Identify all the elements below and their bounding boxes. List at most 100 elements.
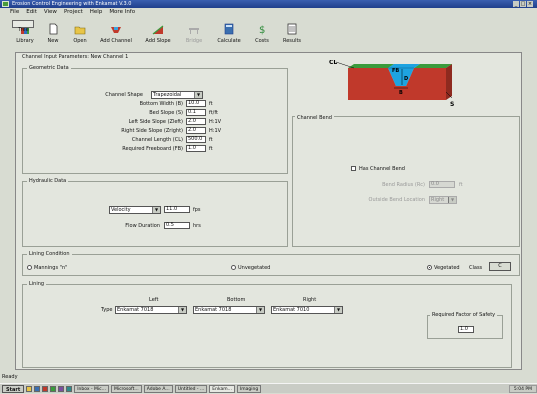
tray-clock: 5:04 PM: [513, 386, 532, 392]
title-bar: Erosion Control Engineering with Enkamat…: [0, 0, 537, 8]
class-label: Class: [469, 265, 483, 271]
start-button[interactable]: Start: [2, 384, 25, 393]
quick-launch-icon[interactable]: [50, 385, 57, 392]
class-button[interactable]: C: [489, 262, 511, 271]
channel-shape-select[interactable]: Trapezoidal ▼: [151, 91, 203, 99]
toolbar-bridge-button[interactable]: Bridge: [180, 20, 208, 50]
toolbar-results-label: Results: [282, 38, 302, 44]
chevron-down-icon: ▼: [256, 307, 264, 313]
chevron-down-icon: ▼: [194, 92, 202, 98]
lining-type-bottom-value: Enkamat 7018: [195, 307, 232, 313]
toolbar-library-label: Library: [16, 38, 34, 44]
taskbar-task-active[interactable]: Enkam...: [209, 384, 235, 393]
toolbar-tree-button[interactable]: Tree: [12, 20, 34, 33]
hydraulic-data-group: Hydraulic Data Velocity ▼ 11.0 fps Flow …: [22, 178, 288, 247]
toolbar-costs-button[interactable]: $ Costs: [250, 20, 274, 50]
quick-launch-icon[interactable]: [34, 385, 41, 392]
lining-condition-unvegetated-radio[interactable]: [231, 265, 236, 270]
menu-edit[interactable]: Edit: [26, 8, 37, 17]
menu-bar: File Edit View Project Help More Info: [0, 8, 537, 17]
lining-condition-mannings-label: Mannings "n": [34, 265, 68, 271]
required-freeboard-unit: ft: [209, 146, 213, 152]
quick-launch-icon[interactable]: [58, 385, 65, 392]
lining-type-right-value: Enkamat 7010: [273, 307, 310, 313]
new-file-icon: [49, 23, 58, 35]
menu-view[interactable]: View: [44, 8, 57, 17]
hydraulic-mode-input[interactable]: 11.0: [164, 206, 190, 213]
safety-factor-field[interactable]: 1.0: [458, 326, 474, 333]
toolbar: Tree Library New Open Add Channel Add Sl…: [12, 20, 512, 50]
lining-condition-group: Lining Condition Mannings "n" Unvegetate…: [22, 251, 520, 276]
has-channel-bend-checkbox[interactable]: [351, 166, 356, 171]
lining-type-bottom-select[interactable]: Enkamat 7018 ▼: [193, 306, 265, 314]
diagram-label-d: D: [404, 76, 408, 82]
toolbar-calculate-button[interactable]: Calculate: [212, 20, 246, 50]
menu-help[interactable]: Help: [90, 8, 103, 17]
taskbar-task[interactable]: Untitled - ...: [174, 384, 208, 393]
bottom-width-field[interactable]: 10.0: [186, 100, 206, 107]
bed-slope-field[interactable]: 0.1: [186, 109, 206, 116]
svg-text:$: $: [259, 25, 265, 35]
lining-condition-vegetated-radio[interactable]: [427, 265, 432, 270]
required-freeboard-field[interactable]: 1.0: [186, 145, 206, 152]
channel-length-field[interactable]: 500.0: [186, 136, 206, 143]
taskbar-task[interactable]: Microsoft...: [110, 384, 142, 393]
toolbar-tree-label: Tree: [18, 27, 29, 33]
toolbar-open-button[interactable]: Open: [68, 20, 92, 50]
window-title: Erosion Control Engineering with Enkamat…: [12, 1, 132, 7]
quick-launch-icon[interactable]: [66, 385, 73, 392]
status-bar: Ready: [0, 373, 537, 381]
outside-bend-location-select[interactable]: Right ▼: [429, 196, 457, 204]
menu-project[interactable]: Project: [64, 8, 83, 17]
left-side-slope-label: Left Side Slope (Zleft): [128, 119, 183, 125]
taskbar-task[interactable]: Adobe A...: [143, 384, 173, 393]
menu-file[interactable]: File: [10, 8, 19, 17]
channel-shape-value: Trapezoidal: [153, 92, 182, 98]
window-controls: _ □ ×: [513, 1, 533, 7]
hydraulic-mode-select[interactable]: Velocity ▼: [109, 206, 161, 214]
calculate-icon: [224, 23, 234, 35]
hydraulic-data-title: Hydraulic Data: [27, 178, 69, 184]
has-channel-bend-label: Has Channel Bend: [359, 166, 405, 172]
toolbar-bridge-label: Bridge: [185, 38, 203, 44]
toolbar-new-button[interactable]: New: [42, 20, 64, 50]
taskbar-task[interactable]: Inbox - Mic...: [74, 384, 109, 393]
toolbar-add-channel-label: Add Channel: [100, 38, 132, 44]
bend-radius-field[interactable]: 0.0: [429, 181, 455, 188]
lining-type-right-select[interactable]: Enkamat 7010 ▼: [271, 306, 343, 314]
lining-condition-title: Lining Condition: [27, 251, 72, 257]
lining-condition-mannings-radio[interactable]: [27, 265, 32, 270]
bridge-icon: [189, 28, 199, 34]
chevron-down-icon: ▼: [334, 307, 342, 313]
toolbar-add-channel-button[interactable]: Add Channel: [96, 20, 136, 50]
right-side-slope-unit: H:1V: [209, 128, 222, 134]
taskbar: Start Inbox - Mic... Microsoft... Adobe …: [0, 383, 537, 393]
add-slope-icon: [152, 25, 164, 35]
quick-launch-icon[interactable]: [42, 385, 49, 392]
maximize-button[interactable]: □: [520, 1, 526, 7]
outside-bend-location-label: Outside Bend Location: [368, 197, 425, 203]
diagram-label-s: S: [450, 101, 454, 108]
safety-factor-title: Required Factor of Safety: [430, 312, 498, 318]
lining-group: Lining Left Bottom Right Type Enkamat 70…: [22, 281, 512, 368]
bed-slope-unit: ft/ft: [209, 110, 218, 116]
toolbar-results-button[interactable]: Results: [278, 20, 306, 50]
channel-bend-group: Channel Bend Has Channel Bend Bend Radiu…: [292, 115, 520, 247]
open-folder-icon: [74, 26, 86, 35]
lining-type-left-select[interactable]: Enkamat 7018 ▼: [115, 306, 187, 314]
menu-more-info[interactable]: More Info: [109, 8, 135, 17]
left-side-slope-field[interactable]: 2.0: [186, 118, 206, 125]
taskbar-task[interactable]: Imaging: [236, 384, 262, 393]
lining-column-left: Left: [149, 297, 159, 303]
close-button[interactable]: ×: [527, 1, 533, 7]
flow-duration-field[interactable]: 0.5: [164, 222, 190, 229]
minimize-button[interactable]: _: [513, 1, 519, 7]
geometric-data-group: Geometric Data Channel Shape Trapezoidal…: [22, 65, 288, 174]
lining-type-label: Type: [101, 307, 113, 313]
toolbar-add-slope-button[interactable]: Add Slope: [140, 20, 176, 50]
add-channel-icon: [111, 27, 121, 33]
toolbar-calculate-label: Calculate: [217, 38, 241, 44]
system-tray: 5:04 PM: [508, 384, 537, 393]
right-side-slope-field[interactable]: 2.0: [186, 127, 206, 134]
quick-launch-icon[interactable]: [26, 385, 33, 392]
